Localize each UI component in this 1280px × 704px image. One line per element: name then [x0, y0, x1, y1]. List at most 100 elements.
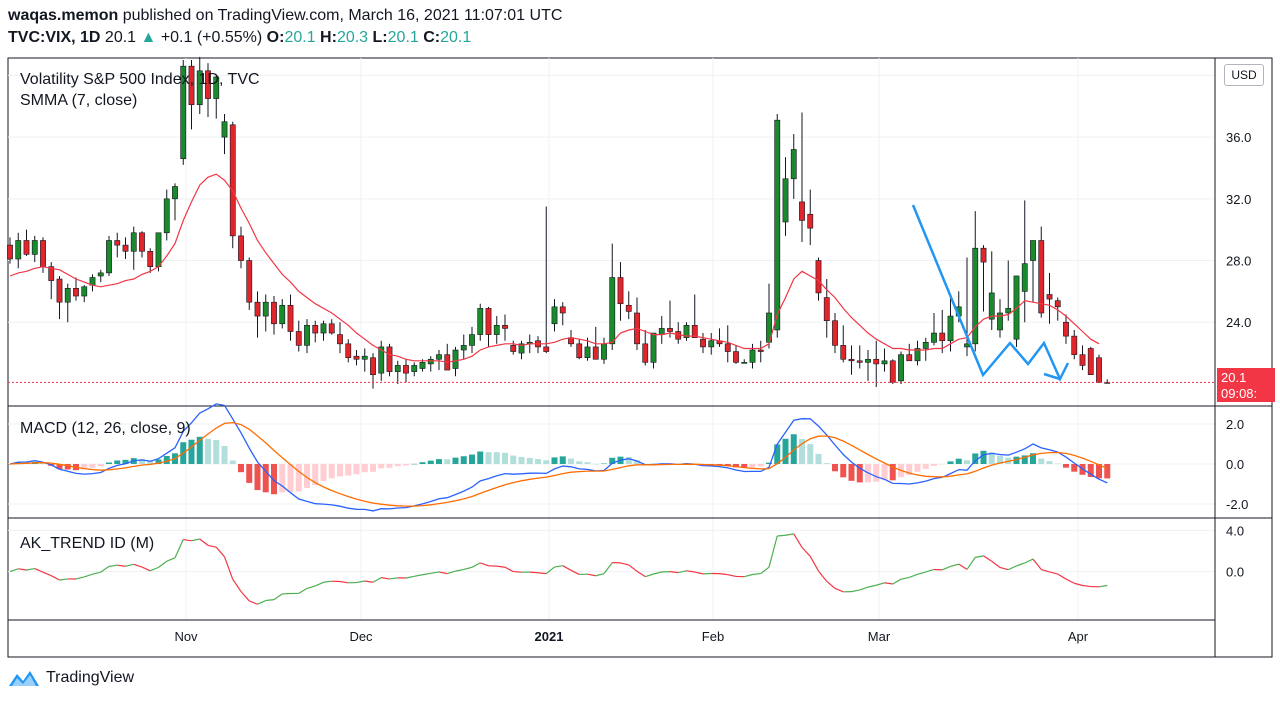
candle-body	[147, 250, 154, 268]
candle-body	[304, 325, 310, 346]
chart-canvas[interactable]: 24.028.032.036.040.0-2.00.02.00.04.0 Nov…	[0, 0, 1280, 704]
trend-segment	[950, 563, 959, 568]
candle-body	[1038, 240, 1045, 314]
trend-segment	[117, 564, 126, 567]
macd-histogram-bar	[757, 464, 764, 467]
trend-segment	[265, 599, 275, 602]
trend-segment	[463, 566, 473, 571]
time-tick-label: Apr	[1068, 629, 1089, 644]
candle-body	[609, 277, 616, 345]
trend-segment	[59, 578, 68, 581]
candle-body	[592, 346, 599, 360]
candle-body	[279, 304, 286, 325]
macd-histogram-bar	[370, 464, 376, 472]
trend-segment	[801, 546, 811, 557]
macd-histogram-bar	[254, 464, 261, 491]
candle-body	[403, 365, 409, 374]
last-price-tag-value: 20.1	[1221, 370, 1247, 385]
smma-label: SMMA (7, close)	[20, 92, 137, 109]
candle-body	[815, 260, 822, 294]
macd-histogram-bar	[815, 453, 822, 464]
macd-histogram-bar	[584, 462, 591, 464]
candle-body	[122, 244, 129, 252]
macd-histogram-bar	[840, 464, 847, 478]
macd-histogram-bar	[337, 464, 343, 477]
macd-histogram-bar	[205, 438, 211, 464]
trend-segment	[793, 533, 803, 548]
candle-body	[642, 343, 649, 363]
candle-body	[345, 343, 352, 359]
projection-drawing[interactable]	[911, 204, 1070, 382]
candle-body	[353, 355, 360, 360]
candles	[7, 56, 1111, 389]
trend-segment	[364, 580, 374, 583]
trend-segment	[108, 564, 118, 567]
candle-body	[964, 343, 970, 348]
candle-body	[625, 304, 632, 312]
candle-body	[889, 360, 896, 383]
trend-segment	[471, 562, 481, 568]
macd-histogram-bar	[625, 456, 632, 464]
trend-segment	[859, 586, 869, 591]
candle-body	[246, 260, 253, 303]
candle-body	[1079, 354, 1086, 366]
candle-body	[493, 325, 500, 335]
trend-segment	[752, 572, 761, 576]
trend-segment	[917, 571, 926, 575]
macd-histogram-bar	[568, 458, 574, 464]
trend-segment	[125, 563, 134, 567]
candle-body	[724, 343, 731, 352]
footer-brand[interactable]: TradingView	[46, 669, 134, 687]
trend-segment	[1007, 565, 1017, 571]
candle-body	[238, 235, 244, 261]
trend-segment	[50, 575, 60, 581]
tradingview-logo-icon[interactable]	[8, 668, 40, 688]
candle-body	[427, 358, 434, 365]
candle-body	[1063, 321, 1069, 337]
macd-histogram-bar	[576, 461, 583, 464]
macd-histogram-bar	[411, 463, 418, 465]
candle-body	[848, 358, 855, 362]
trend-segment	[414, 574, 423, 577]
price-tick-label: 32.0	[1226, 192, 1251, 207]
macd-tick-label: -2.0	[1226, 497, 1248, 512]
trend-segment	[158, 560, 168, 568]
trend-segment	[966, 557, 976, 570]
trend-segment	[174, 539, 184, 559]
trend-segment	[645, 573, 654, 578]
candle-body	[15, 240, 22, 260]
candle-body	[114, 240, 121, 246]
trend-segment	[306, 585, 316, 589]
trend-segment	[84, 573, 93, 578]
macd-histogram-bar	[97, 464, 104, 467]
candle-body	[551, 306, 558, 325]
trend-segment	[199, 538, 209, 546]
trend-segment	[232, 578, 242, 592]
trend-segment	[999, 566, 1009, 571]
trend-segment	[653, 571, 662, 575]
candle-body	[1096, 357, 1102, 383]
candle-body	[617, 277, 624, 305]
macd-histogram-bar	[922, 464, 929, 469]
macd-histogram-bar	[914, 464, 921, 472]
candle-body	[576, 343, 583, 359]
trend-segment	[975, 555, 984, 558]
macd-histogram-bar	[1054, 463, 1061, 465]
currency-button[interactable]: USD	[1224, 64, 1264, 86]
candle-body	[81, 286, 88, 297]
countdown-timer: 09:08:	[1221, 386, 1258, 401]
candle-body	[163, 198, 170, 234]
candle-body	[452, 349, 459, 369]
trend-segment	[876, 582, 885, 586]
candle-body	[741, 362, 748, 364]
trend-segment	[694, 571, 704, 575]
candle-body	[295, 331, 302, 346]
macd-histogram-bar	[601, 463, 607, 465]
macd-histogram-bar	[246, 464, 253, 483]
trend-id-line	[9, 533, 1108, 605]
trend-segment	[628, 564, 638, 572]
candle-body	[130, 232, 137, 252]
trend-segment	[867, 584, 877, 588]
macd-histogram-bar	[469, 454, 475, 464]
trend-segment	[1065, 578, 1075, 584]
